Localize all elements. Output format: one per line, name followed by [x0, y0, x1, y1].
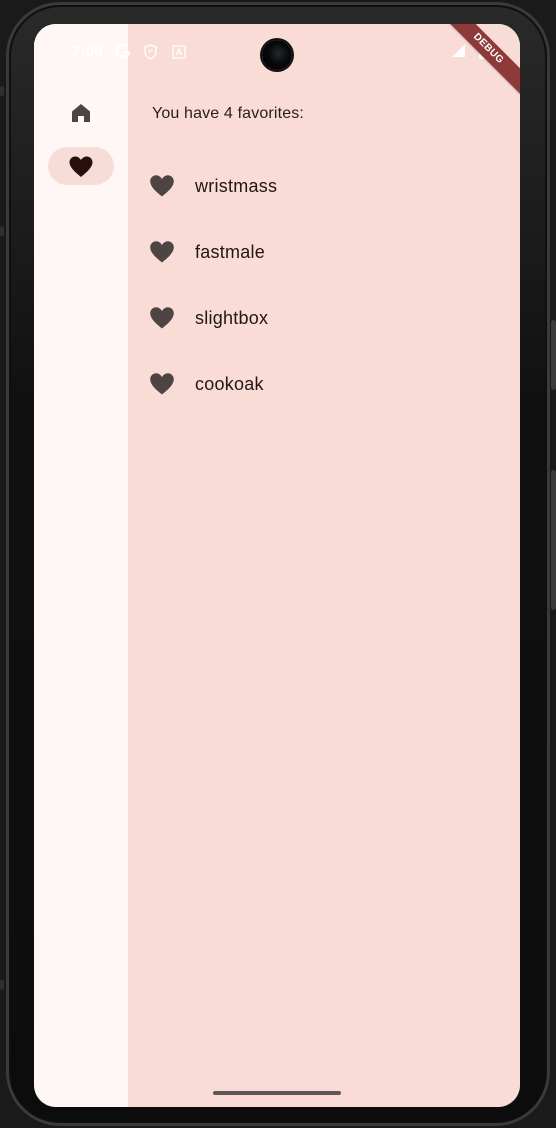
- favorite-label: fastmale: [195, 242, 266, 262]
- heart-icon: [68, 155, 94, 178]
- favorite-label: wristmass: [195, 176, 278, 196]
- favorite-item-wristmass[interactable]: wristmass: [128, 154, 520, 220]
- navigation-rail: [34, 24, 128, 1107]
- heart-icon: [149, 306, 175, 332]
- heart-icon: [149, 372, 175, 398]
- heart-icon: [149, 174, 175, 200]
- device-edge: [0, 980, 4, 990]
- nav-favorites-button[interactable]: [48, 147, 114, 185]
- home-icon: [69, 102, 93, 124]
- app-screen: You have 4 favorites: wristmass fastmale…: [34, 24, 520, 1107]
- favorites-heading: You have 4 favorites:: [152, 105, 304, 122]
- volume-button: [551, 320, 556, 390]
- favorite-item-fastmale[interactable]: fastmale: [128, 220, 520, 286]
- device-edge: [0, 86, 4, 96]
- favorite-label: cookoak: [195, 374, 264, 394]
- favorites-page: You have 4 favorites: wristmass fastmale…: [128, 24, 520, 1107]
- device-edge: [0, 226, 4, 236]
- favorite-label: slightbox: [195, 308, 269, 328]
- favorite-item-cookoak[interactable]: cookoak: [128, 352, 520, 418]
- favorite-item-slightbox[interactable]: slightbox: [128, 286, 520, 352]
- phone-device: You have 4 favorites: wristmass fastmale…: [0, 0, 556, 1128]
- power-button: [551, 470, 556, 610]
- nav-home-button[interactable]: [48, 94, 114, 132]
- heart-icon: [149, 240, 175, 266]
- home-indicator[interactable]: [213, 1091, 341, 1095]
- favorites-list: wristmass fastmale slightbox cookoak: [128, 154, 520, 418]
